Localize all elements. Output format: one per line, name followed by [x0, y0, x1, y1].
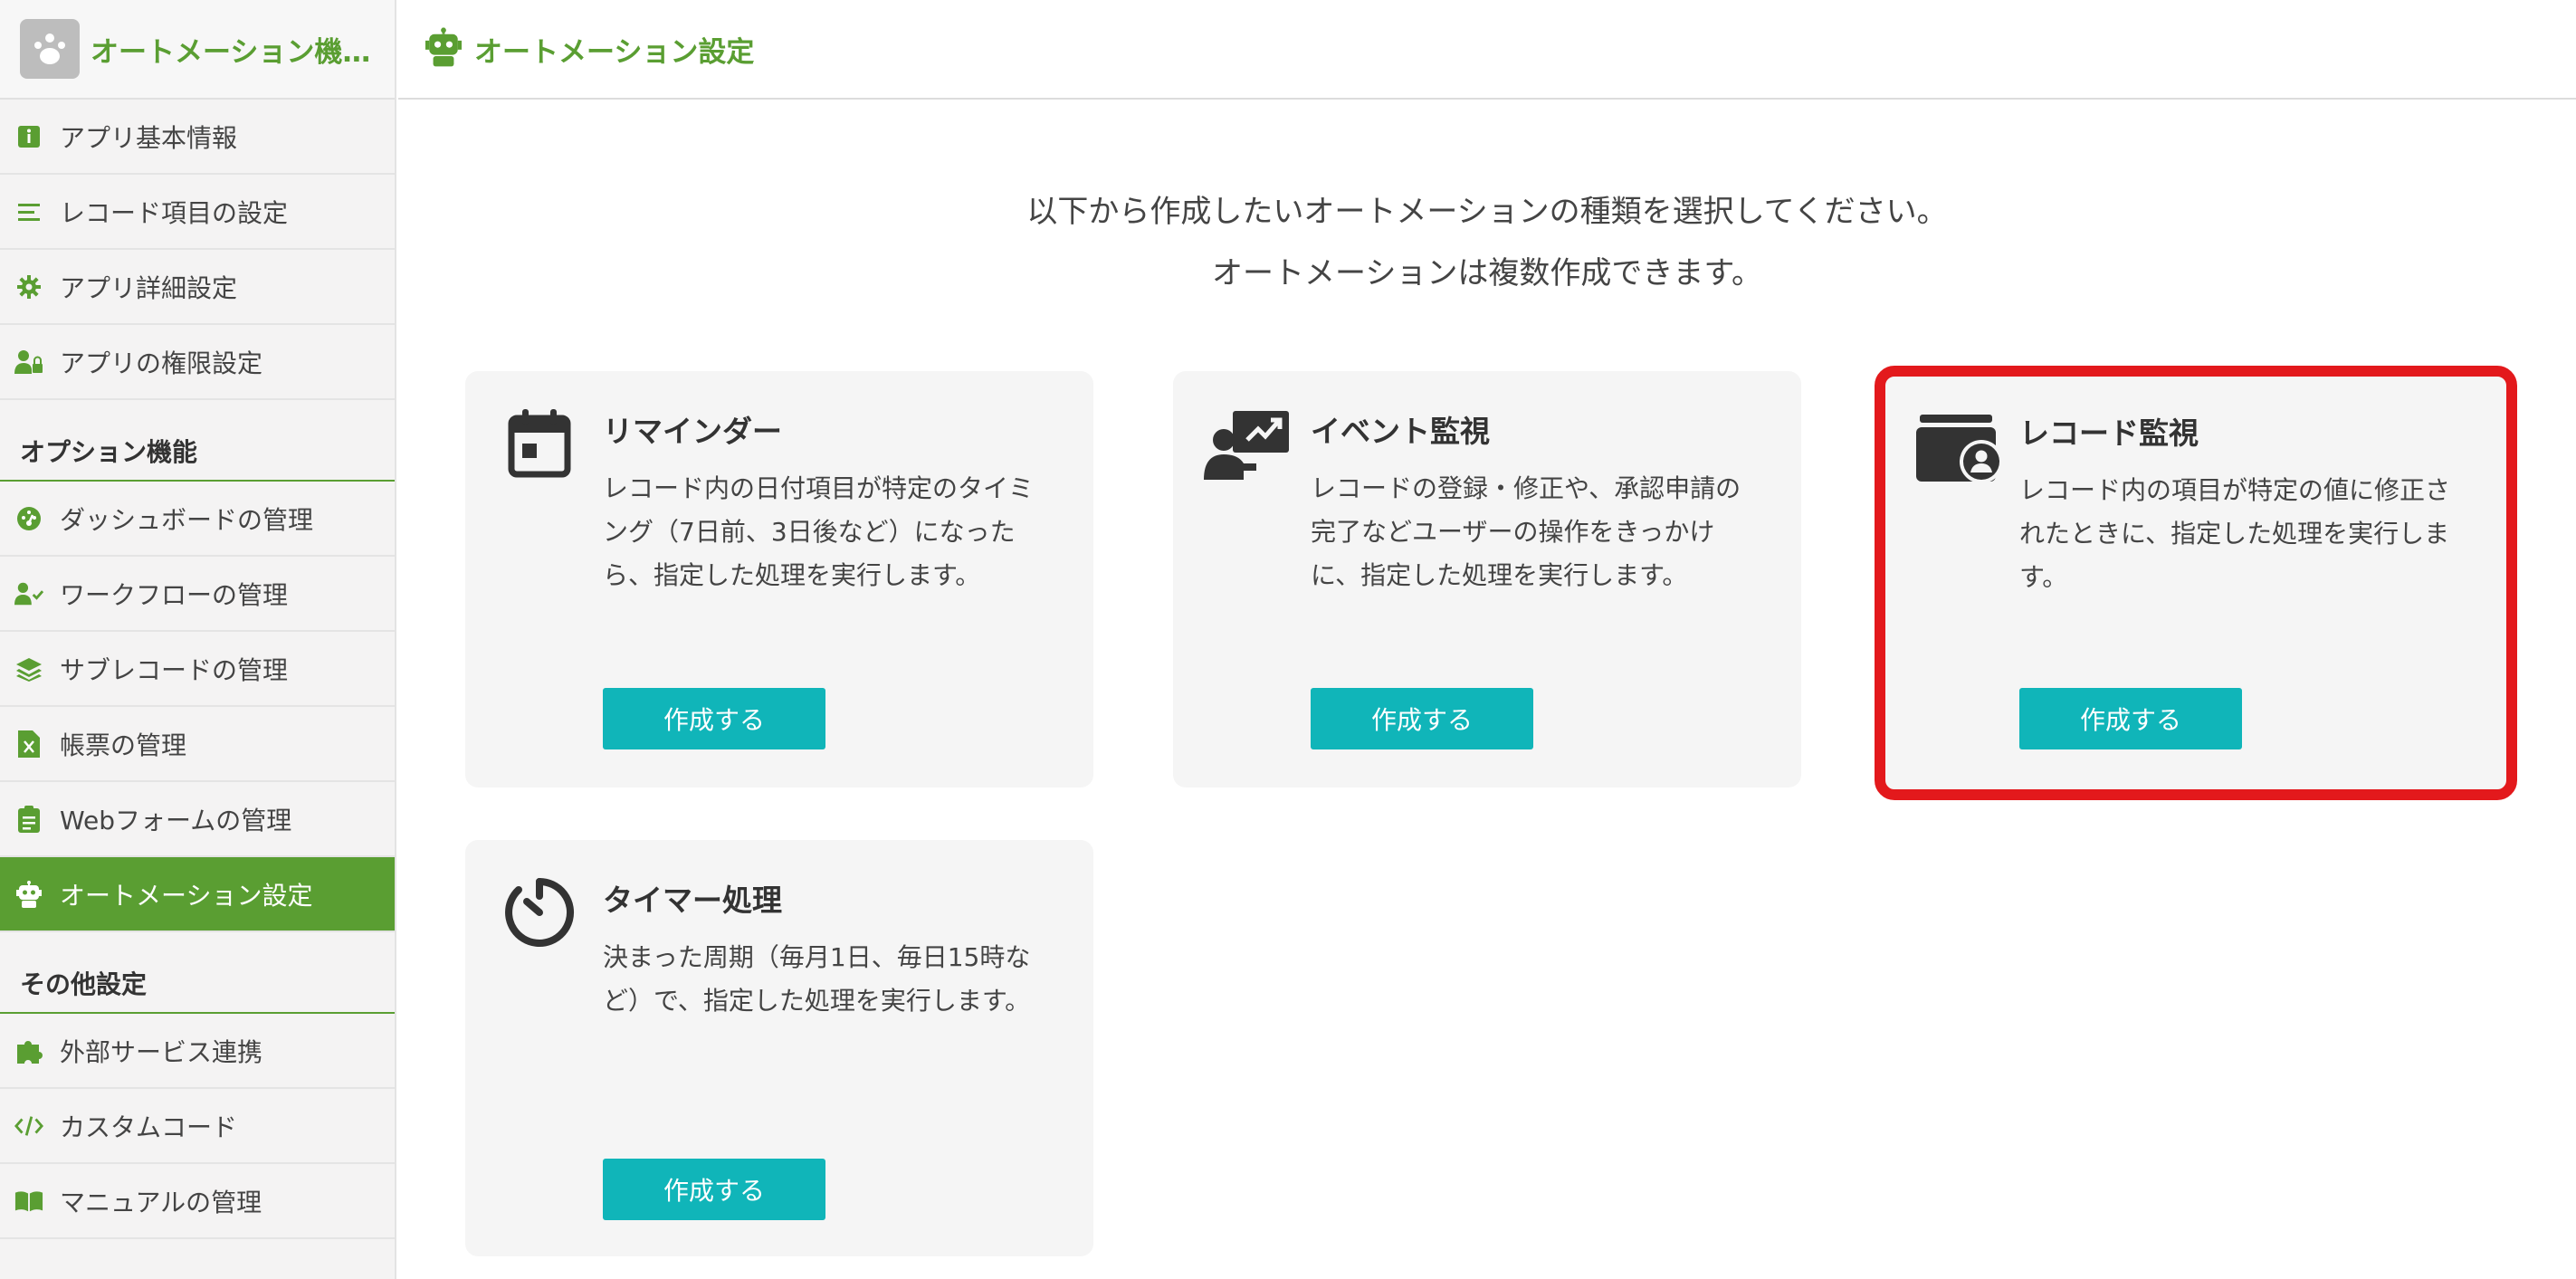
card-title: イベント監視	[1311, 414, 1490, 449]
card-description: レコード内の項目が特定の値に修正されたときに、指定した処理を実行します。	[2019, 475, 2451, 592]
sidebar-item-label: オートメーション設定	[60, 880, 313, 911]
card-title: タイマー処理	[603, 883, 782, 918]
card-description: レコードの登録・修正や、承認申請の完了などユーザーの操作をきっかけに、指定した処…	[1311, 473, 1741, 590]
puzzle-icon	[14, 1036, 43, 1065]
timer-icon	[494, 876, 585, 958]
section-heading-other: その他設定	[0, 954, 395, 1014]
sidebar: オートメーション機… アプリ基本情報 レコード項目の設定 アプリ詳細設定 アプリ…	[0, 0, 396, 1279]
sidebar-item-label: ダッシュボードの管理	[60, 504, 314, 535]
sidebar-item-label: マニュアルの管理	[60, 1187, 262, 1217]
sidebar-item-webform[interactable]: Webフォームの管理	[0, 782, 395, 857]
sidebar-item-external-services[interactable]: 外部サービス連携	[0, 1014, 395, 1089]
sidebar-item-app-info[interactable]: アプリ基本情報	[0, 100, 395, 175]
card-description: 決まった周期（毎月1日、毎日15時など）で、指定した処理を実行します。	[603, 942, 1031, 1016]
automation-card-timer: タイマー処理 決まった周期（毎月1日、毎日15時など）で、指定した処理を実行しま…	[465, 840, 1093, 1256]
automation-card-record: レコード監視 レコード内の項目が特定の値に修正されたときに、指定した処理を実行し…	[1875, 366, 2517, 800]
sidebar-item-label: アプリ基本情報	[60, 122, 238, 153]
sidebar-item-workflow[interactable]: ワークフローの管理	[0, 557, 395, 632]
sidebar-item-report[interactable]: 帳票の管理	[0, 707, 395, 782]
create-reminder-button[interactable]: 作成する	[603, 688, 825, 749]
sidebar-item-label: 帳票の管理	[60, 730, 187, 760]
code-icon	[14, 1112, 43, 1141]
calendar-icon	[494, 407, 585, 489]
create-event-button[interactable]: 作成する	[1311, 688, 1533, 749]
sidebar-item-label: ワークフローの管理	[60, 579, 289, 610]
sidebar-item-subrecord[interactable]: サブレコードの管理	[0, 632, 395, 707]
create-record-button[interactable]: 作成する	[2019, 688, 2242, 749]
sidebar-item-app-permissions[interactable]: アプリの権限設定	[0, 325, 395, 400]
app-title: オートメーション機…	[91, 35, 371, 69]
clipboard-icon	[14, 805, 43, 834]
create-timer-button[interactable]: 作成する	[603, 1159, 825, 1220]
robot-icon	[425, 27, 462, 71]
sidebar-item-label: レコード項目の設定	[60, 197, 289, 228]
sidebar-item-label: アプリの権限設定	[60, 348, 263, 378]
sidebar-item-label: 外部サービス連携	[60, 1036, 263, 1067]
sidebar-item-dashboard[interactable]: ダッシュボードの管理	[0, 482, 395, 557]
card-description: レコード内の日付項目が特定のタイミング（7日前、3日後など）になったら、指定した…	[603, 473, 1035, 590]
card-title: リマインダー	[603, 414, 782, 449]
sidebar-item-label: サブレコードの管理	[60, 654, 289, 685]
app-logo-icon	[20, 19, 80, 79]
user-check-icon	[14, 579, 43, 608]
layers-icon	[14, 654, 43, 683]
record-user-icon	[1914, 409, 2005, 491]
user-presentation-icon	[1202, 407, 1293, 489]
book-icon	[14, 1187, 43, 1216]
excel-file-icon	[14, 730, 43, 759]
automation-card-reminder: リマインダー レコード内の日付項目が特定のタイミング（7日前、3日後など）になっ…	[465, 371, 1093, 787]
sidebar-brand[interactable]: オートメーション機…	[0, 0, 395, 100]
automation-card-event: イベント監視 レコードの登録・修正や、承認申請の完了などユーザーの操作をきっかけ…	[1173, 371, 1801, 787]
sidebar-item-app-detail[interactable]: アプリ詳細設定	[0, 250, 395, 325]
section-heading-options: オプション機能	[0, 422, 395, 482]
sidebar-item-label: Webフォームの管理	[60, 805, 292, 835]
list-icon	[14, 197, 43, 226]
sidebar-item-label: アプリ詳細設定	[60, 272, 238, 303]
dashboard-icon	[14, 504, 43, 533]
robot-icon	[14, 880, 43, 909]
intro-text-line2: オートメーションは複数作成できます。	[1212, 255, 1762, 291]
page-title: オートメーション設定	[474, 35, 755, 69]
sidebar-item-automation[interactable]: オートメーション設定	[0, 857, 395, 932]
page-header: オートメーション設定	[398, 0, 2576, 100]
gear-icon	[14, 272, 43, 301]
sidebar-item-manual[interactable]: マニュアルの管理	[0, 1164, 395, 1239]
user-lock-icon	[14, 348, 43, 377]
sidebar-item-label: カスタムコード	[60, 1112, 238, 1142]
intro-text-line1: 以下から作成したいオートメーションの種類を選択してください。	[1026, 194, 1948, 230]
info-icon	[14, 122, 43, 151]
sidebar-item-record-fields[interactable]: レコード項目の設定	[0, 175, 395, 250]
card-title: レコード監視	[2019, 415, 2199, 451]
sidebar-item-custom-code[interactable]: カスタムコード	[0, 1089, 395, 1164]
